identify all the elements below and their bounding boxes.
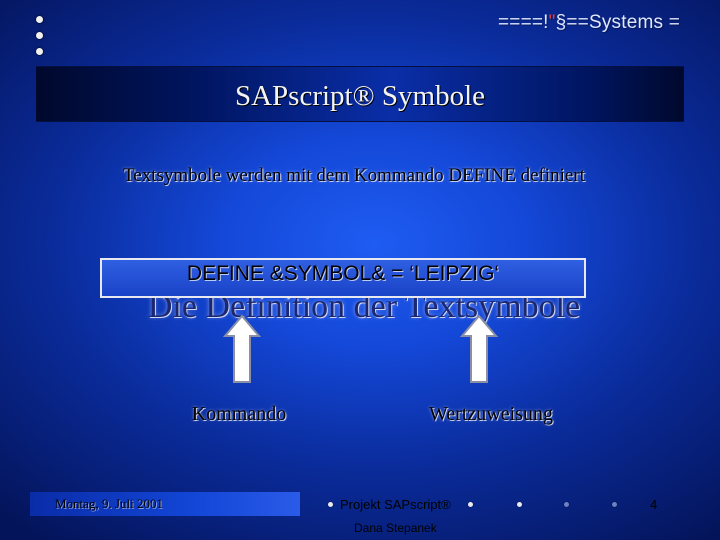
- decorative-dots: [36, 16, 44, 58]
- footer-dot: [468, 502, 473, 507]
- footer-dot: [517, 502, 522, 507]
- brand-logo: ====!"§==Systems =: [498, 12, 680, 34]
- footer-project: Projekt SAPscript®: [340, 497, 451, 512]
- arrow-up-icon: [459, 314, 499, 383]
- bullet-dot: [36, 48, 43, 55]
- bullet-dot: [36, 32, 43, 39]
- slide-subtitle: Textsymbole werden mit dem Kommando DEFI…: [123, 165, 585, 186]
- brand-prefix: ====!: [497, 12, 549, 33]
- footer-dot: [328, 502, 333, 507]
- footer-date: Montag, 9. Juli 2001: [55, 496, 163, 511]
- define-statement: DEFINE &SYMBOL& = ‘LEIPZIG‘: [186, 262, 500, 285]
- label-command: Kommando: [191, 403, 287, 425]
- brand-accent: ": [548, 12, 556, 33]
- footer-dot: [564, 502, 569, 507]
- footer-dot: [612, 502, 617, 507]
- footer-author: Dana Stepanek: [354, 521, 437, 535]
- slide-title: SAPscript® Symbole: [234, 80, 486, 112]
- page-number: 4: [650, 497, 658, 512]
- brand-suffix: §==Systems =: [555, 12, 680, 33]
- label-assignment: Wertzuweisung: [429, 403, 553, 425]
- bullet-dot: [36, 16, 43, 23]
- arrow-up-icon: [222, 314, 262, 383]
